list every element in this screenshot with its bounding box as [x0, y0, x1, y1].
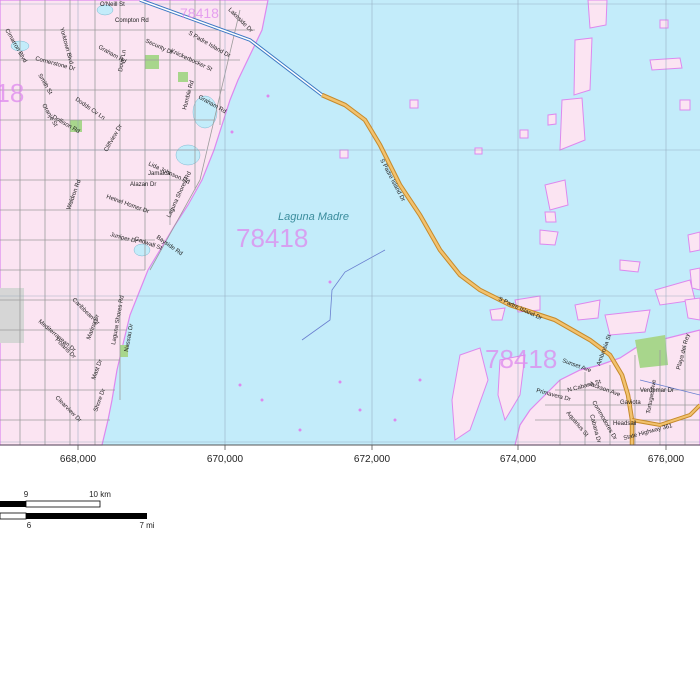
easting-label: 670,000: [207, 454, 244, 465]
street-label: O'Neill St: [100, 2, 125, 8]
easting-ticks: [77, 445, 667, 450]
street-label: Compton Rd: [115, 18, 149, 24]
street-label: Verdemar Dr: [640, 388, 674, 394]
scale-label: 7 mi: [139, 521, 154, 530]
easting-label: 676,000: [648, 454, 685, 465]
zip-label: 78418: [0, 78, 24, 108]
water-body-label: Laguna Madre: [278, 211, 349, 223]
zip-label: 78418: [236, 223, 308, 253]
zip-label: 78418: [180, 5, 219, 21]
scale-label: 9: [24, 490, 29, 499]
scale-bar-km: 9 10 km: [0, 490, 111, 508]
scale-bar-mi: 6 7 mi: [0, 512, 155, 530]
barrier-island-park: [635, 335, 668, 368]
street-label: Jamaica: [148, 171, 171, 177]
street-label: Alazan Dr: [130, 182, 156, 188]
map-canvas[interactable]: Laguna Madre 78418 78418 78418 78418 Cim…: [0, 0, 700, 700]
easting-label: 674,000: [500, 454, 537, 465]
scale-label: 10 km: [89, 490, 111, 499]
easting-label: 672,000: [354, 454, 391, 465]
street-label: Headsail: [613, 421, 636, 427]
easting-label: 668,000: [60, 454, 97, 465]
street-label: Gaviota: [620, 400, 641, 406]
zip-label: 78418: [485, 344, 557, 374]
scale-label: 6: [27, 521, 32, 530]
map-frame[interactable]: Laguna Madre 78418 78418 78418 78418 Cim…: [0, 0, 700, 700]
